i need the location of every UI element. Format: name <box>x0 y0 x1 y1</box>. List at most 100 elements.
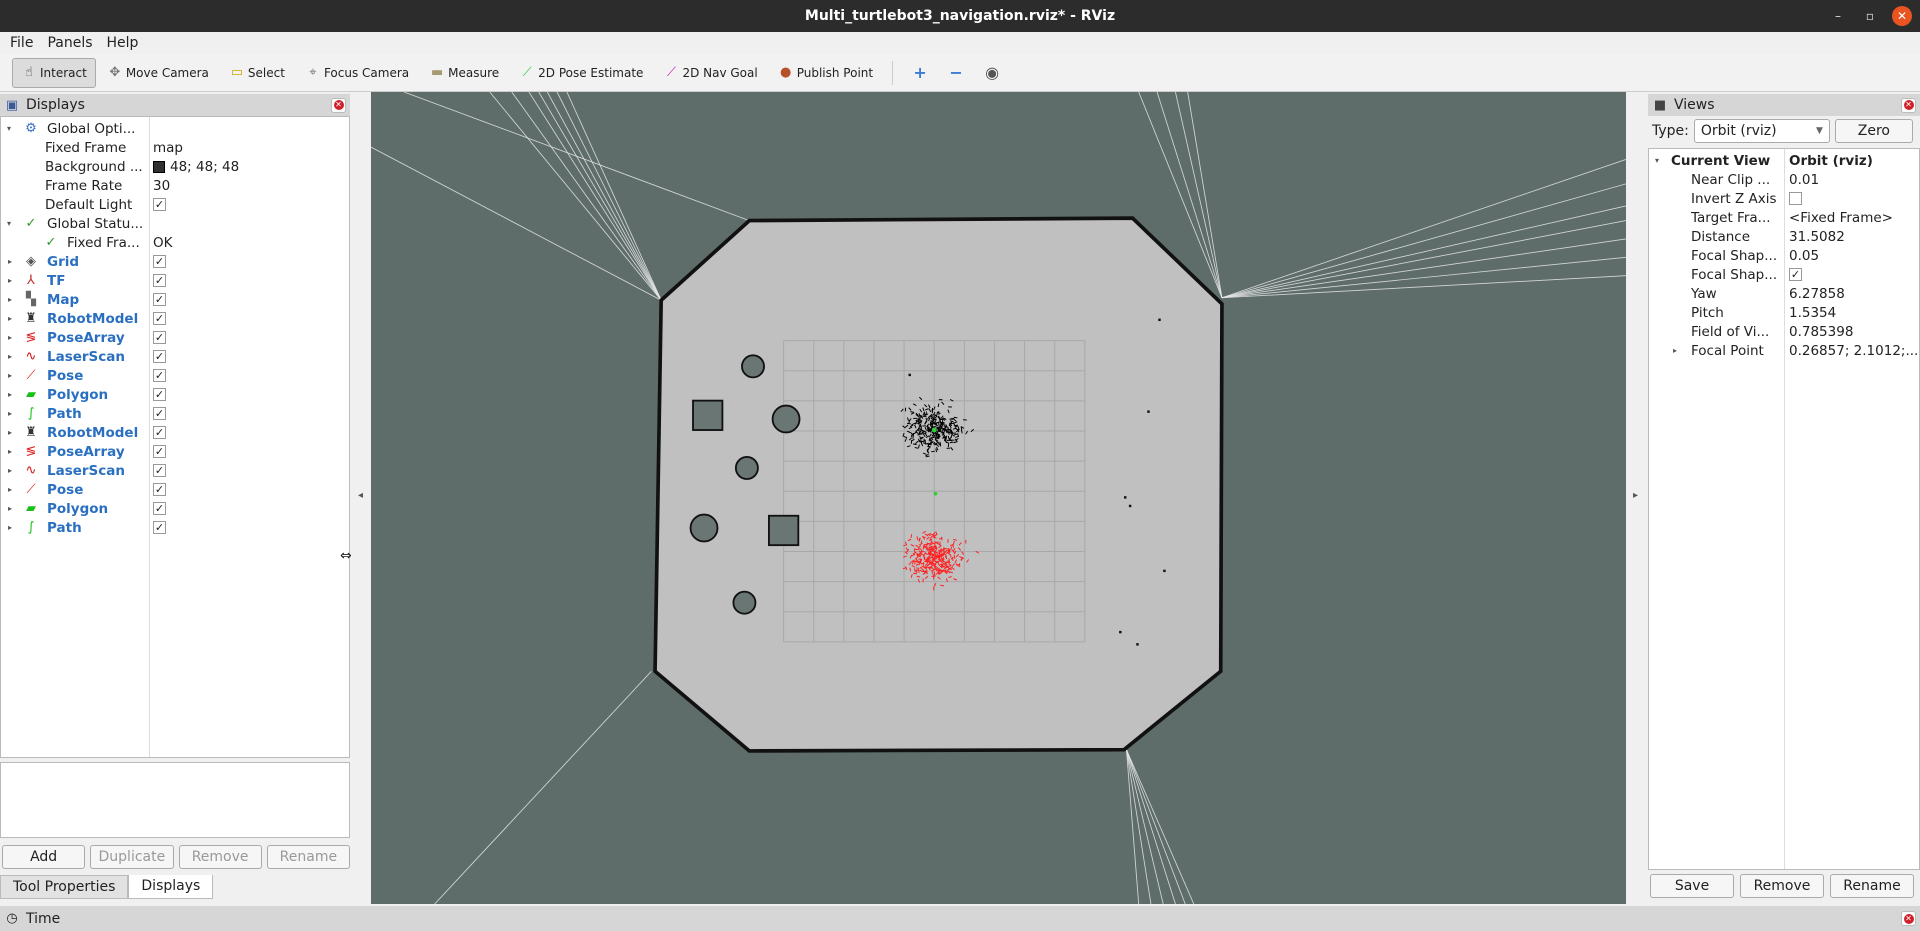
zero-button[interactable]: Zero <box>1834 119 1913 143</box>
row-value[interactable]: ✓ <box>153 331 166 344</box>
row-value[interactable]: ✓ <box>153 369 166 382</box>
checkbox[interactable]: ✓ <box>153 483 166 496</box>
display-item-robotmodel[interactable]: ▸ ♜ RobotModel ✓ <box>1 309 349 328</box>
rename-view-button[interactable]: Rename <box>1830 874 1914 898</box>
remove-display-button[interactable]: Remove <box>178 845 262 869</box>
collapsed-arrow-icon[interactable]: ▸ <box>8 409 18 418</box>
tool-2d-pose-estimate[interactable]: ⟋ 2D Pose Estimate <box>510 58 652 88</box>
checkbox[interactable]: ✓ <box>153 407 166 420</box>
row-value[interactable]: ✓ <box>153 521 166 534</box>
view-property-focal-point[interactable]: ▸ Focal Point 0.26857; 2.1012;... <box>1649 341 1919 360</box>
collapsed-arrow-icon[interactable]: ▸ <box>8 276 18 285</box>
maximize-button[interactable]: ▫ <box>1860 6 1880 26</box>
display-item-polygon[interactable]: ▸ ▰ Polygon ✓ <box>1 385 349 404</box>
checkbox[interactable] <box>1789 192 1802 205</box>
display-item-pose[interactable]: ▸ ⟋ Pose ✓ <box>1 366 349 385</box>
view-property-focal-shap-[interactable]: Focal Shap... ✓ <box>1649 265 1919 284</box>
checkbox[interactable]: ✓ <box>153 464 166 477</box>
tool-move-camera[interactable]: ✥ Move Camera <box>98 58 218 88</box>
collapsed-arrow-icon[interactable]: ▸ <box>8 466 18 475</box>
row-value[interactable]: ✓ <box>153 445 166 458</box>
display-item-path[interactable]: ▸ ∫ Path ✓ <box>1 518 349 537</box>
checkbox[interactable]: ✓ <box>153 502 166 515</box>
checkbox[interactable]: ✓ <box>153 350 166 363</box>
checkbox[interactable]: ✓ <box>153 426 166 439</box>
view-property-field-of-vi-[interactable]: Field of Vi... 0.785398 <box>1649 322 1919 341</box>
row-value[interactable]: ✓ <box>153 407 166 420</box>
collapsed-arrow-icon[interactable]: ▸ <box>8 314 18 323</box>
display-item-robotmodel[interactable]: ▸ ♜ RobotModel ✓ <box>1 423 349 442</box>
display-item-tf[interactable]: ▸ ⅄ TF ✓ <box>1 271 349 290</box>
collapsed-arrow-icon[interactable]: ▸ <box>8 257 18 266</box>
row-value[interactable]: ✓ <box>153 293 166 306</box>
tool-measure[interactable]: ▬ Measure <box>420 58 508 88</box>
resize-handle-icon[interactable]: ⇔ <box>340 548 352 564</box>
minus-tool-button[interactable]: − <box>939 58 973 88</box>
checkbox[interactable]: ✓ <box>153 198 166 211</box>
checkbox[interactable]: ✓ <box>153 312 166 325</box>
right-collapse-handle[interactable]: ▸ <box>1633 490 1638 501</box>
display-item-posearray[interactable]: ▸ ≶ PoseArray ✓ <box>1 442 349 461</box>
row-value[interactable]: ✓ <box>153 198 166 211</box>
left-collapse-handle[interactable]: ◂ <box>358 490 363 501</box>
add-display-button[interactable]: Add <box>2 845 86 869</box>
checkbox[interactable]: ✓ <box>153 369 166 382</box>
map-scene[interactable] <box>370 91 1627 905</box>
expand-arrow-icon[interactable]: ▾ <box>1655 156 1665 165</box>
tool-select[interactable]: ▭ Select <box>220 58 294 88</box>
checkbox[interactable]: ✓ <box>153 521 166 534</box>
collapsed-arrow-icon[interactable]: ▸ <box>8 390 18 399</box>
property-fixed-frame[interactable]: Fixed Frame map <box>1 138 349 157</box>
close-panel-button[interactable]: ✕ <box>331 97 346 113</box>
collapsed-arrow-icon[interactable]: ▸ <box>8 504 18 513</box>
row-value[interactable]: ✓ <box>153 388 166 401</box>
row-value[interactable]: ✓ <box>153 350 166 363</box>
row-value[interactable]: ✓ <box>153 502 166 515</box>
display-item-polygon[interactable]: ▸ ▰ Polygon ✓ <box>1 499 349 518</box>
3d-render-view[interactable] <box>370 91 1627 905</box>
collapsed-arrow-icon[interactable]: ▸ <box>8 428 18 437</box>
view-property-invert-z-axis[interactable]: Invert Z Axis <box>1649 189 1919 208</box>
collapsed-arrow-icon[interactable]: ▸ <box>8 523 18 532</box>
view-property-target-fra-[interactable]: Target Fra... <Fixed Frame> <box>1649 208 1919 227</box>
display-item-grid[interactable]: ▸ ◈ Grid ✓ <box>1 252 349 271</box>
display-item-laserscan[interactable]: ▸ ∿ LaserScan ✓ <box>1 347 349 366</box>
checkbox[interactable]: ✓ <box>153 274 166 287</box>
minimize-button[interactable]: – <box>1828 6 1848 26</box>
property-background-[interactable]: Background ... 48; 48; 48 <box>1 157 349 176</box>
display-item-pose[interactable]: ▸ ⟋ Pose ✓ <box>1 480 349 499</box>
view-property-focal-shap-[interactable]: Focal Shap... 0.05 <box>1649 246 1919 265</box>
checkbox[interactable]: ✓ <box>1789 268 1802 281</box>
view-property-near-clip-[interactable]: Near Clip ... 0.01 <box>1649 170 1919 189</box>
row-value[interactable]: ✓ <box>153 426 166 439</box>
row-value[interactable] <box>1789 192 1802 205</box>
row-value[interactable]: ✓ <box>153 274 166 287</box>
property-frame-rate[interactable]: Frame Rate 30 <box>1 176 349 195</box>
expand-arrow-icon[interactable]: ▾ <box>7 219 17 228</box>
row-value[interactable]: ✓ <box>153 483 166 496</box>
row-value[interactable]: ✓ <box>153 312 166 325</box>
status-fixed-frame[interactable]: ✓ Fixed Fra... OK <box>1 233 349 252</box>
save-view-button[interactable]: Save <box>1650 874 1734 898</box>
tool-publish-point[interactable]: ● Publish Point <box>769 58 882 88</box>
view-type-select[interactable]: Orbit (rviz) ▼ <box>1693 119 1830 143</box>
collapsed-arrow-icon[interactable]: ▸ <box>1673 346 1683 355</box>
view-property-yaw[interactable]: Yaw 6.27858 <box>1649 284 1919 303</box>
remove-view-button[interactable]: Remove <box>1740 874 1824 898</box>
collapsed-arrow-icon[interactable]: ▸ <box>8 371 18 380</box>
duplicate-display-button[interactable]: Duplicate <box>90 845 174 869</box>
collapsed-arrow-icon[interactable]: ▸ <box>8 485 18 494</box>
eye-tool-button[interactable]: ◉ <box>975 58 1009 88</box>
checkbox[interactable]: ✓ <box>153 293 166 306</box>
collapsed-arrow-icon[interactable]: ▸ <box>8 333 18 342</box>
display-item-map[interactable]: ▸ ▚ Map ✓ <box>1 290 349 309</box>
rename-display-button[interactable]: Rename <box>266 845 350 869</box>
checkbox[interactable]: ✓ <box>153 445 166 458</box>
display-item-laserscan[interactable]: ▸ ∿ LaserScan ✓ <box>1 461 349 480</box>
checkbox[interactable]: ✓ <box>153 331 166 344</box>
tab-tool-properties[interactable]: Tool Properties <box>0 875 129 899</box>
row-value[interactable]: ✓ <box>1789 268 1802 281</box>
display-item-path[interactable]: ▸ ∫ Path ✓ <box>1 404 349 423</box>
checkbox[interactable]: ✓ <box>153 388 166 401</box>
tool-2d-nav-goal[interactable]: ⟋ 2D Nav Goal <box>654 58 766 88</box>
